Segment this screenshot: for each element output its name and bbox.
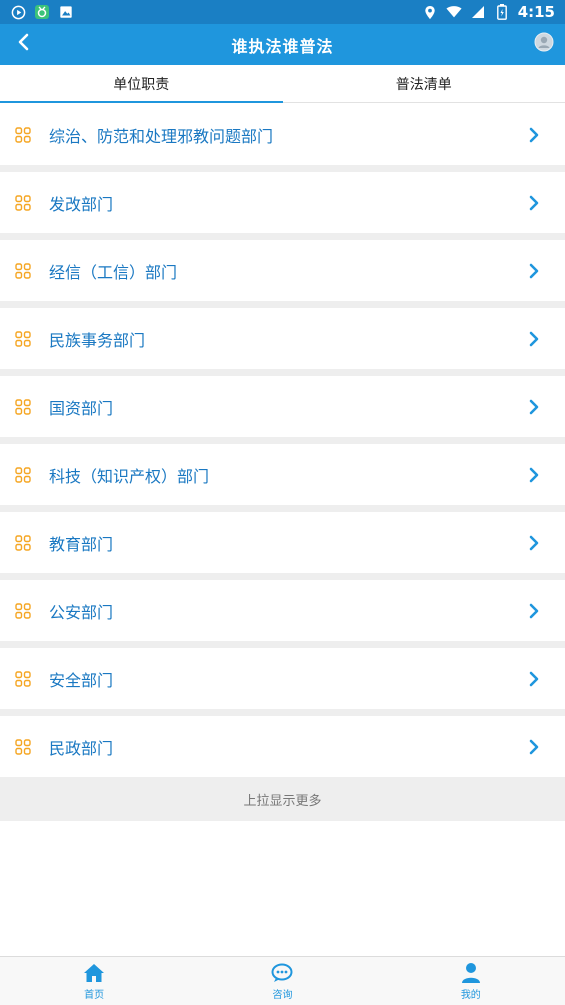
status-time: 4:15 (517, 3, 555, 21)
chevron-right-icon (527, 534, 541, 552)
nav-home[interactable]: 首页 (0, 957, 188, 1005)
grid-icon (15, 670, 31, 687)
bottom-nav: 首页 咨询 我的 (0, 956, 565, 1005)
tab-label: 普法清单 (395, 76, 452, 93)
signal-icon (470, 4, 486, 20)
list-item[interactable]: 科技（知识产权）部门 (0, 444, 565, 505)
status-left-icons (10, 4, 74, 20)
page-title: 谁执法谁普法 (231, 36, 334, 56)
list-item-label: 教育部门 (49, 534, 114, 554)
location-icon (422, 4, 438, 20)
list-item[interactable]: 综治、防范和处理邪教问题部门 (0, 104, 565, 165)
list-item[interactable]: 经信（工信）部门 (0, 240, 565, 301)
list-item-label: 安全部门 (49, 670, 114, 690)
tab-law-list[interactable]: 普法清单 (283, 65, 565, 102)
image-icon (58, 4, 74, 20)
list-item[interactable]: 公安部门 (0, 580, 565, 641)
app-bar: 谁执法谁普法 (0, 24, 565, 65)
list-item[interactable]: 安全部门 (0, 648, 565, 709)
chevron-right-icon (527, 126, 541, 144)
status-bar: 4:15 (0, 0, 565, 24)
chevron-left-icon (17, 33, 31, 55)
app-notification-icon (34, 4, 50, 20)
list-item-label: 民族事务部门 (49, 330, 146, 350)
list-item-label: 综治、防范和处理邪教问题部门 (49, 126, 274, 146)
back-button[interactable] (8, 28, 40, 60)
nav-mine[interactable]: 我的 (377, 957, 565, 1005)
list-item[interactable]: 教育部门 (0, 512, 565, 573)
user-avatar-icon (534, 32, 554, 56)
list-item-label: 发改部门 (49, 194, 114, 214)
grid-icon (15, 738, 31, 755)
chevron-right-icon (527, 330, 541, 348)
grid-icon (15, 126, 31, 143)
grid-icon (15, 398, 31, 415)
list-item-label: 公安部门 (49, 602, 114, 622)
wifi-icon (446, 4, 462, 20)
list-item[interactable]: 国资部门 (0, 376, 565, 437)
battery-icon (494, 4, 510, 20)
grid-icon (15, 262, 31, 279)
list-item-label: 国资部门 (49, 398, 114, 418)
user-avatar-button[interactable] (533, 32, 555, 56)
grid-icon (15, 194, 31, 211)
load-more-hint[interactable]: 上拉显示更多 (0, 777, 565, 821)
play-circle-icon (10, 4, 26, 20)
chevron-right-icon (527, 738, 541, 756)
chevron-right-icon (527, 466, 541, 484)
list-item-label: 经信（工信）部门 (49, 262, 178, 282)
tab-label: 单位职责 (113, 76, 170, 93)
nav-consult[interactable]: 咨询 (188, 957, 376, 1005)
user-icon (460, 962, 482, 984)
status-right-icons: 4:15 (422, 3, 555, 21)
tab-bar: 单位职责 普法清单 (0, 65, 565, 103)
grid-icon (15, 602, 31, 619)
grid-icon (15, 466, 31, 483)
list-item-label: 科技（知识产权）部门 (49, 466, 210, 486)
chevron-right-icon (527, 398, 541, 416)
chat-icon (271, 962, 293, 984)
department-list: 综治、防范和处理邪教问题部门 发改部门 经信（工信）部门 民族事务部门 国资部门… (0, 104, 565, 777)
grid-icon (15, 330, 31, 347)
chevron-right-icon (527, 194, 541, 212)
tab-unit-duties[interactable]: 单位职责 (0, 65, 283, 103)
list-item-label: 民政部门 (49, 738, 114, 758)
nav-label: 咨询 (272, 989, 293, 1001)
list-item[interactable]: 民政部门 (0, 716, 565, 777)
chevron-right-icon (527, 670, 541, 688)
chevron-right-icon (527, 602, 541, 620)
chevron-right-icon (527, 262, 541, 280)
nav-label: 我的 (460, 989, 481, 1001)
home-icon (83, 962, 105, 984)
list-item[interactable]: 民族事务部门 (0, 308, 565, 369)
nav-label: 首页 (84, 989, 105, 1001)
list-item[interactable]: 发改部门 (0, 172, 565, 233)
grid-icon (15, 534, 31, 551)
